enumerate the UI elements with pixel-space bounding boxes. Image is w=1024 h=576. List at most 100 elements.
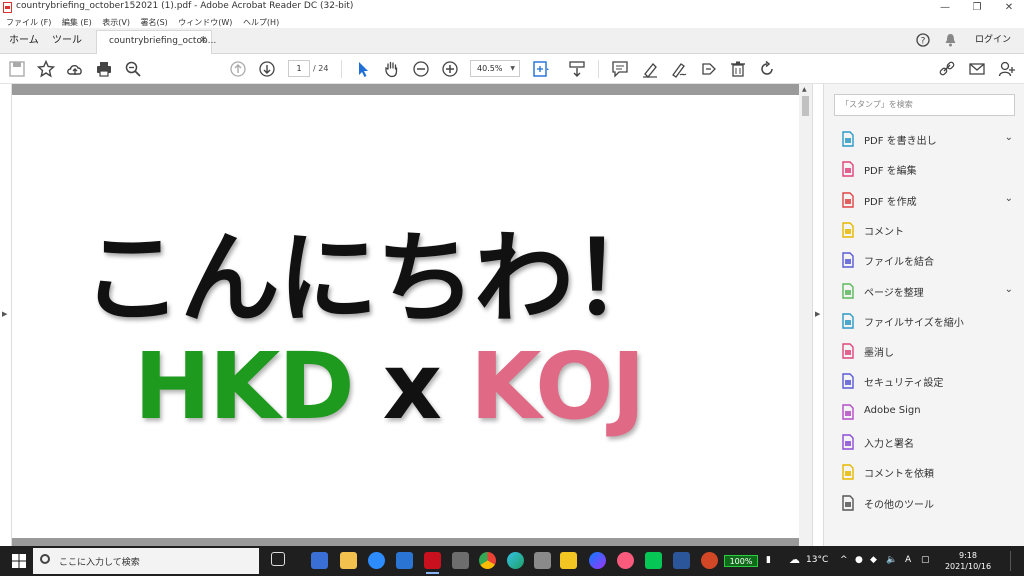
email-icon[interactable]	[968, 60, 986, 78]
tool-item[interactable]: Adobe Sign	[824, 401, 1024, 423]
menu-edit[interactable]: 編集 (E)	[62, 18, 92, 27]
pdf-page: こんにちわ！ HKD x KOJ	[12, 95, 799, 538]
highlight-pen-icon[interactable]	[641, 60, 659, 78]
edge-icon[interactable]	[507, 552, 524, 569]
system-clock[interactable]: 9:18 2021/10/16	[938, 550, 998, 572]
select-cursor-icon[interactable]	[354, 60, 372, 78]
menu-window[interactable]: ウィンドウ(W)	[178, 18, 232, 27]
subtitle-x: x	[352, 333, 471, 440]
maximize-button[interactable]: ❐	[962, 0, 992, 16]
battery-indicator[interactable]: 100%	[724, 555, 758, 567]
notification-bell-icon[interactable]	[944, 33, 957, 47]
chevron-up-icon[interactable]: ^	[840, 555, 848, 565]
speaker-icon[interactable]: 🔈	[886, 555, 897, 565]
fit-page-icon[interactable]	[532, 60, 550, 78]
zoom-level-select[interactable]: 40.5% ▼	[470, 60, 520, 77]
print-icon[interactable]	[95, 60, 113, 78]
tool-item[interactable]: ファイルを結合	[824, 249, 1024, 271]
rotate-icon[interactable]	[758, 60, 776, 78]
zoom-app-icon[interactable]	[368, 552, 385, 569]
toolbar-divider	[598, 60, 599, 78]
tab-home[interactable]: ホーム	[9, 28, 39, 53]
chevron-down-icon[interactable]: ⌄	[1005, 193, 1013, 204]
tab-document[interactable]: countrybriefing_octob... ×	[96, 30, 216, 54]
clock-time: 9:18	[959, 551, 977, 560]
edit-text-icon[interactable]	[700, 60, 718, 78]
chrome-icon[interactable]	[479, 552, 496, 569]
show-desktop-button[interactable]	[1010, 551, 1017, 571]
login-button[interactable]: ログイン	[975, 28, 1011, 53]
weather-temperature[interactable]: 13°C	[806, 555, 828, 565]
camera-icon[interactable]	[534, 552, 551, 569]
close-window-button[interactable]: ✕	[994, 0, 1024, 16]
save-icon[interactable]	[8, 60, 26, 78]
tool-item[interactable]: コメントを依頼	[824, 461, 1024, 483]
task-view-icon[interactable]	[271, 552, 285, 566]
next-page-icon[interactable]	[258, 60, 276, 78]
tray-security-icon[interactable]: ◆	[870, 555, 877, 565]
fill-sign-pen-icon[interactable]	[670, 60, 688, 78]
tool-item[interactable]: その他のツール	[824, 492, 1024, 514]
subtitle-hkd: HKD	[134, 333, 355, 440]
menu-sign[interactable]: 署名(S)	[140, 18, 167, 27]
find-zoom-icon[interactable]	[124, 60, 142, 78]
close-tab-icon[interactable]: ×	[199, 35, 207, 45]
file-explorer-icon[interactable]	[340, 552, 357, 569]
acrobat-taskbar-icon[interactable]	[424, 552, 441, 574]
taskbar-search-input[interactable]: ここに入力して検索	[33, 548, 259, 574]
tool-item[interactable]: ファイルサイズを縮小	[824, 310, 1024, 332]
vertical-scrollbar[interactable]: ▲	[799, 84, 812, 546]
itunes-icon[interactable]	[617, 552, 634, 569]
tool-search-input[interactable]: 「スタンプ」を検索	[834, 94, 1015, 116]
comment-icon[interactable]	[611, 60, 629, 78]
tool-item[interactable]: 墨消し	[824, 340, 1024, 362]
notification-icon[interactable]: ▢	[921, 555, 930, 565]
word-icon[interactable]	[673, 552, 690, 569]
expand-right-icon: ▶	[815, 310, 821, 318]
messenger-icon[interactable]	[589, 552, 606, 569]
line-app-icon[interactable]	[645, 552, 662, 569]
battery-plug-icon: ▮	[766, 555, 771, 565]
bookmark-star-icon[interactable]	[36, 59, 56, 78]
powerpoint-icon[interactable]	[701, 552, 718, 569]
delete-trash-icon[interactable]	[729, 60, 747, 78]
ime-mode-indicator[interactable]: A	[905, 555, 911, 565]
share-link-icon[interactable]	[938, 60, 956, 78]
tool-item[interactable]: PDF を書き出し ⌄	[824, 128, 1024, 150]
left-nav-pane-toggle[interactable]: ▶	[0, 84, 12, 546]
scroll-mode-icon[interactable]	[568, 60, 586, 78]
scrollbar-thumb[interactable]	[802, 96, 809, 116]
windows-start-icon[interactable]	[12, 554, 26, 568]
tool-item[interactable]: セキュリティ設定	[824, 370, 1024, 392]
scroll-up-icon[interactable]: ▲	[802, 86, 807, 93]
zoom-in-icon[interactable]	[441, 60, 459, 78]
store-app-icon[interactable]	[311, 552, 328, 569]
chevron-down-icon[interactable]: ⌄	[1005, 132, 1013, 143]
menu-file[interactable]: ファイル (F)	[6, 18, 51, 27]
svg-text:?: ?	[921, 37, 926, 47]
tool-item[interactable]: PDF を編集	[824, 158, 1024, 180]
menu-view[interactable]: 表示(V)	[102, 18, 130, 27]
title-bar: countrybriefing_october152021 (1).pdf - …	[0, 0, 1024, 16]
minimize-button[interactable]: —	[930, 0, 960, 16]
help-icon[interactable]: ?	[916, 33, 930, 47]
hand-tool-icon[interactable]	[383, 60, 401, 78]
page-gutter	[12, 84, 799, 95]
tool-item[interactable]: 入力と署名	[824, 431, 1024, 453]
tool-item[interactable]: PDF を作成 ⌄	[824, 189, 1024, 211]
tool-item[interactable]: コメント	[824, 219, 1024, 241]
menu-help[interactable]: ヘルプ(H)	[243, 18, 279, 27]
chevron-down-icon[interactable]: ⌄	[1005, 284, 1013, 295]
previous-page-icon[interactable]	[229, 60, 247, 78]
cloud-upload-icon[interactable]	[66, 60, 84, 78]
weather-cloud-icon[interactable]: ☁	[789, 553, 800, 566]
mail-app-icon[interactable]	[396, 552, 413, 569]
sticky-notes-icon[interactable]	[560, 552, 577, 569]
tab-tools[interactable]: ツール	[52, 28, 82, 53]
page-number-input[interactable]: 1	[288, 60, 310, 77]
add-user-icon[interactable]	[998, 60, 1016, 78]
tray-app-icon[interactable]: ●	[855, 555, 863, 565]
tool-item[interactable]: ページを整理 ⌄	[824, 280, 1024, 302]
zoom-out-icon[interactable]	[412, 60, 430, 78]
calculator-icon[interactable]	[452, 552, 469, 569]
